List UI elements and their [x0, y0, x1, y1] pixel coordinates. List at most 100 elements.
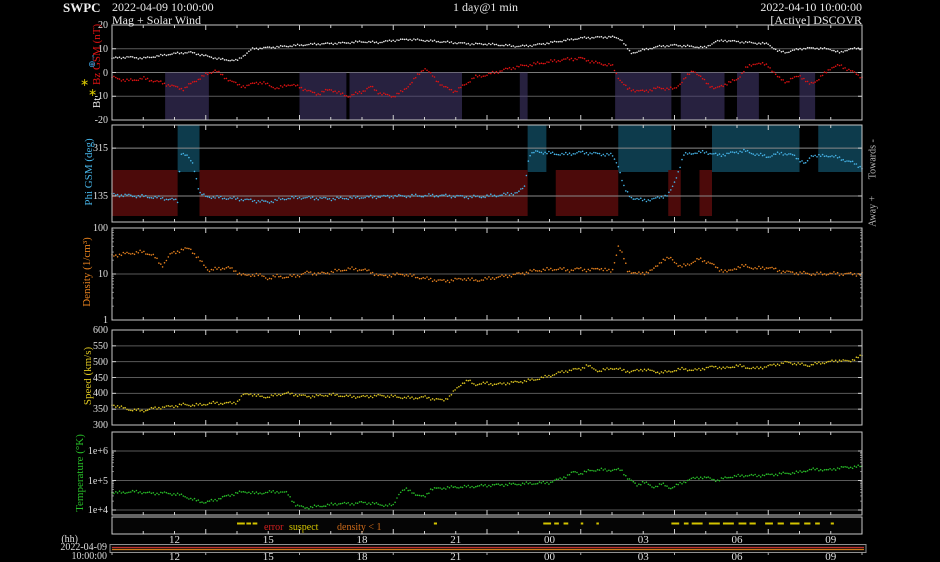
temperature-point: [518, 483, 520, 486]
temperature-point: [737, 473, 739, 476]
density-point: [829, 272, 831, 275]
temperature-point: [694, 477, 696, 480]
bt-point: [218, 57, 220, 59]
bt-point: [413, 38, 415, 40]
density-point: [482, 279, 485, 281]
temperature-point: [795, 470, 798, 473]
phi-point: [126, 194, 128, 196]
temperature-point: [774, 473, 777, 476]
speed-point: [581, 366, 584, 369]
bt-point: [656, 45, 659, 48]
speed-point: [495, 383, 498, 386]
bz-point: [795, 75, 798, 78]
speed-point: [158, 406, 160, 409]
phi-point: [315, 197, 318, 199]
speed-point: [175, 405, 177, 407]
speed-point: [765, 366, 768, 368]
bt-point: [848, 48, 850, 51]
bt-point: [540, 43, 543, 45]
speed-point: [501, 383, 503, 385]
phi-point: [113, 192, 115, 195]
speed-point: [403, 396, 406, 399]
phi-point: [366, 195, 368, 197]
phi-point: [506, 192, 509, 194]
bz-point: [681, 81, 683, 84]
phi-point: [266, 201, 269, 203]
phi-point: [285, 198, 288, 201]
bz-point: [399, 90, 402, 92]
bt-point: [482, 43, 485, 46]
temperature-point: [610, 470, 612, 472]
phi-point: [814, 154, 816, 157]
bt-point: [220, 58, 222, 61]
speed-point: [647, 368, 650, 371]
temperature-point: [692, 476, 694, 479]
temperature-point: [596, 468, 599, 471]
speed-point: [343, 395, 346, 398]
bt-point: [536, 43, 539, 45]
temperature-point: [306, 506, 308, 509]
density-point: [565, 269, 567, 272]
bt-point: [499, 44, 501, 47]
phi-point: [116, 193, 119, 196]
bz-point: [758, 62, 760, 65]
phi-point: [711, 153, 713, 155]
speed-point: [210, 402, 213, 405]
phi-point: [791, 153, 794, 156]
bt-point: [330, 42, 333, 44]
density-point: [514, 273, 516, 276]
density-point: [287, 276, 290, 279]
speed-point: [279, 394, 282, 397]
bz-point: [636, 89, 638, 92]
phi-point: [420, 195, 423, 198]
density-trace: [111, 245, 863, 284]
speed-point: [521, 382, 524, 384]
density-point: [658, 262, 661, 264]
bz-point: [133, 79, 136, 81]
phi-point: [328, 197, 331, 200]
bt-point: [834, 50, 837, 53]
bt-point: [188, 51, 190, 53]
bz-point: [778, 76, 781, 78]
speed-point: [473, 383, 475, 385]
bz-point: [773, 71, 775, 73]
bt-point: [525, 44, 528, 46]
phi-point: [613, 158, 616, 160]
phi-point: [334, 198, 336, 201]
bz-point: [429, 71, 432, 74]
density-point: [276, 273, 278, 276]
bt-point: [401, 38, 404, 40]
phi-point: [666, 195, 668, 197]
speed-point: [829, 360, 831, 363]
speed-point: [626, 370, 629, 373]
density-point: [808, 273, 811, 276]
bz-point: [354, 91, 357, 93]
bt-point: [750, 41, 753, 44]
phi-point: [600, 154, 603, 157]
temperature-point: [360, 500, 363, 503]
speed-point: [321, 394, 323, 397]
temperature-point: [851, 467, 854, 470]
phi-point: [279, 198, 282, 201]
speed-point: [173, 406, 175, 409]
temperature-point: [739, 475, 741, 478]
bt-point: [737, 40, 739, 43]
bt-point: [238, 57, 241, 59]
bt-point: [296, 43, 299, 46]
temperature-point: [647, 483, 650, 486]
temperature-point: [538, 481, 541, 483]
density-point: [857, 273, 859, 275]
temperature-point: [205, 501, 207, 504]
speed-point: [778, 364, 781, 367]
phi-point: [257, 200, 260, 202]
speed-point: [557, 371, 560, 373]
bz-point: [506, 67, 509, 70]
density-point: [677, 265, 679, 267]
bt-point: [304, 44, 306, 46]
phi-point: [411, 193, 413, 196]
bt-point: [216, 58, 218, 60]
speed-point: [585, 364, 588, 366]
bz-point: [722, 85, 724, 88]
density-point: [527, 272, 530, 274]
phi-point: [816, 156, 818, 158]
